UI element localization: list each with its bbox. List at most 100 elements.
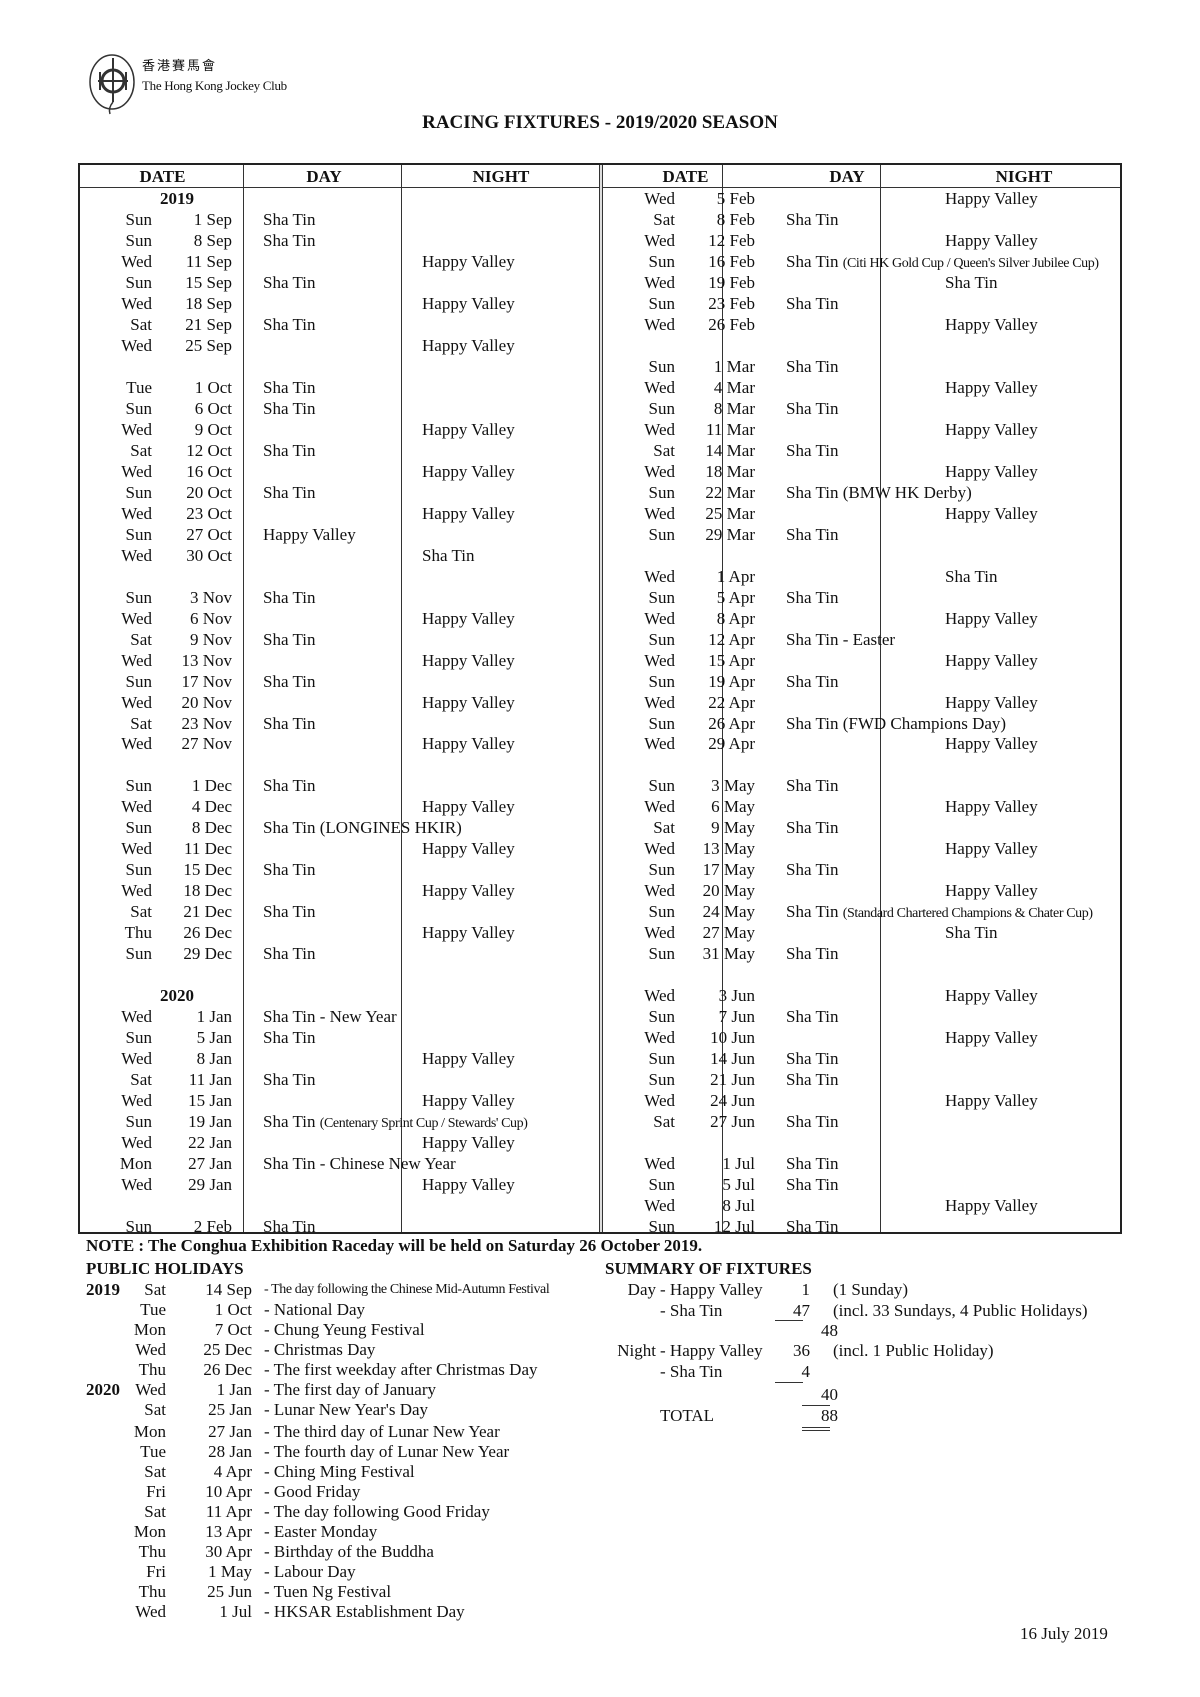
holiday-weekday: Thu [138,1360,166,1379]
fixture-row: Sun 20 Oct Sha Tin [80,482,599,503]
fixture-row: Sat 9 May Sha Tin [603,817,1122,838]
day-venue: Sha Tin [263,629,316,649]
fixture-date: 6 Nov [189,608,232,628]
day-meeting: Sha Tin [786,1048,838,1069]
fixture-row: Sun 1 Dec Sha Tin [80,775,599,796]
day-venue: Sha Tin [786,1112,839,1132]
fixture-row: Sun 6 Oct Sha Tin [80,398,599,419]
holiday-name: - The first weekday after Christmas Day [264,1360,538,1379]
org-name-en: The Hong Kong Jockey Club [142,78,287,93]
night-venue: Happy Valley [945,839,1038,859]
day-venue: Sha Tin [786,1217,839,1237]
fixture-row: Sun 23 Feb Sha Tin [603,293,1122,314]
holiday-name: - Good Friday [264,1482,361,1501]
weekday: Sun [648,482,675,502]
fixture-row: Wed 8 Jul Happy Valley [603,1195,1122,1216]
day-venue: Sha Tin [786,671,839,691]
day-venue: Sha Tin [786,776,839,796]
holiday-name: - Tuen Ng Festival [264,1582,392,1601]
weekday: Wed [121,1049,152,1069]
holiday-year: 2020 [86,1380,120,1399]
fixture-row: Sun 27 Oct Happy Valley [80,524,599,545]
fixture-row: Wed 13 Nov Happy Valley [80,650,599,671]
day-venue: Sha Tin [263,314,316,334]
fixture-row: Sun 5 Jul Sha Tin [603,1174,1122,1195]
fixture-date: 19 Feb [708,272,755,292]
fixture-date: 27 Jan [188,1154,232,1174]
day-venue: Sha Tin [263,587,316,607]
day-meeting: Sha Tin [263,1027,315,1048]
fixture-row: Wed 1 Jul Sha Tin [603,1153,1122,1174]
day-venue: Sha Tin [786,944,839,964]
holiday-name: - The fourth day of Lunar New Year [264,1442,510,1461]
weekday: Sun [648,1217,675,1237]
fixture-row: Sun 17 May Sha Tin [603,859,1122,880]
night-venue: Happy Valley [422,608,515,628]
fixture-row: Sun 1 Mar Sha Tin [603,356,1122,377]
day-meeting: Sha Tin [263,314,315,335]
fixture-date: 27 Oct [186,524,232,544]
weekday: Sun [125,1112,152,1132]
holiday-date: 11 Apr [205,1502,252,1521]
day-meeting: Sha Tin [786,775,838,796]
weekday: Wed [121,419,152,439]
fixture-date: 5 Jul [722,1175,755,1195]
weekday: Sun [648,1175,675,1195]
day-meeting: Sha Tin - Easter [786,629,895,650]
fixture-row: Wed 9 Oct Happy Valley [80,419,599,440]
day-meeting: Sha Tin [263,398,315,419]
day-meeting: Sha Tin [263,1069,315,1090]
night-venue: Happy Valley [945,734,1038,754]
fixture-date: 18 Dec [183,881,232,901]
day-venue: Sha Tin [263,209,316,229]
feature-race-note: (Citi HK Gold Cup / Queen's Silver Jubil… [842,255,1099,271]
weekday: Sun [125,776,152,796]
org-name-cn: 香港賽馬會 [142,58,218,73]
weekday: Wed [644,272,675,292]
weekday: Wed [644,1154,675,1174]
fixture-row: Sat 21 Dec Sha Tin [80,901,599,922]
fixture-row: Sun 3 May Sha Tin [603,775,1122,796]
weekday: Sat [130,629,152,649]
fixture-date: 3 Nov [189,587,232,607]
weekday: Sun [125,818,152,838]
weekday: Sun [648,944,675,964]
fixture-row: Sun 26 Apr Sha Tin (FWD Champions Day) [603,713,1122,734]
summary-count: 1 [801,1280,811,1299]
fixture-date: 16 Oct [186,461,232,481]
fixture-date: 1 Mar [713,356,755,376]
night-venue: Happy Valley [422,692,515,712]
fixture-row: Wed 18 Dec Happy Valley [80,880,599,901]
fixture-date: 22 Apr [708,692,755,712]
fixture-date: 17 May [702,860,755,880]
weekday: Sun [125,587,152,607]
holiday-weekday: Wed [135,1340,166,1359]
fixture-date: 22 Jan [188,1133,232,1153]
fixture-row: Wed 20 May Happy Valley [603,880,1122,901]
holiday-weekday: Mon [133,1522,166,1541]
day-venue: Sha Tin [786,1175,839,1195]
fixture-date: 8 Feb [716,209,755,229]
fixture-row: Wed 23 Oct Happy Valley [80,503,599,524]
fixture-row: Wed 29 Apr Happy Valley [603,733,1122,754]
weekday: Sat [653,440,675,460]
fixture-date: 8 Sep [193,230,232,250]
day-venue: Sha Tin [786,398,839,418]
day-meeting: Sha Tin [786,293,838,314]
day-meeting: Sha Tin [786,1216,838,1237]
fixture-date: 1 Sep [193,209,232,229]
day-venue: Sha Tin [263,1028,316,1048]
weekday: Sun [648,356,675,376]
col-header-date: DATE [662,167,709,186]
night-venue: Happy Valley [422,1091,515,1111]
day-meeting: Happy Valley [263,524,356,545]
summary-venue: - Sha Tin [660,1301,723,1320]
day-venue: Sha Tin [786,902,839,922]
day-venue: Sha Tin - New Year [263,1007,397,1027]
holiday-weekday: Tue [140,1442,166,1461]
weekday: Sun [125,524,152,544]
holiday-weekday: Sat [144,1280,166,1299]
weekday: Sun [648,629,675,649]
day-venue: Sha Tin [786,1007,839,1027]
day-venue: Sha Tin [263,944,316,964]
